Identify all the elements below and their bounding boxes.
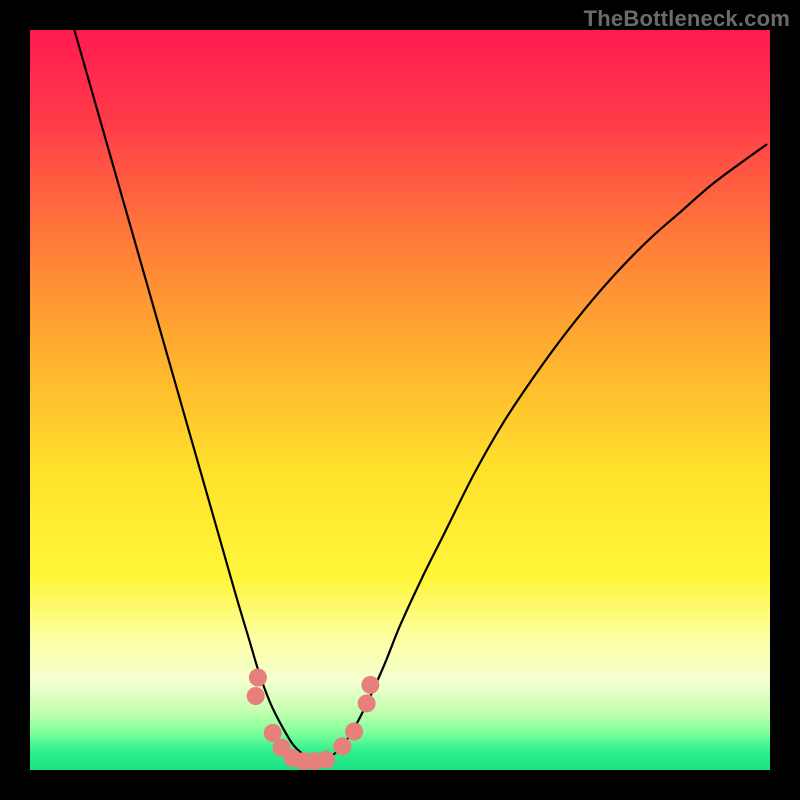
- plot-area: [30, 30, 770, 770]
- chart-frame: TheBottleneck.com: [0, 0, 800, 800]
- marker-right-mid: [345, 723, 363, 741]
- chart-svg: [30, 30, 770, 770]
- marker-left-upper: [247, 687, 265, 705]
- marker-left-upper2: [249, 669, 267, 687]
- gradient-background: [30, 30, 770, 770]
- marker-bottom-4: [317, 751, 335, 769]
- marker-right-upper2: [361, 676, 379, 694]
- marker-right-upper: [358, 694, 376, 712]
- watermark-text: TheBottleneck.com: [584, 6, 790, 32]
- marker-right-low: [333, 737, 351, 755]
